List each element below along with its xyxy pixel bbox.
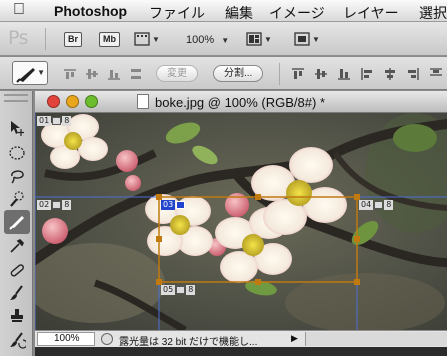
lasso-icon	[11, 170, 24, 184]
align-top-icon[interactable]	[62, 66, 78, 82]
image-slice-icon	[176, 285, 186, 294]
chevron-down-icon: ▼	[152, 34, 160, 44]
mini-bridge-button[interactable]: Mb	[99, 32, 120, 47]
menu-select[interactable]: 選択	[419, 3, 447, 23]
flower-photo	[35, 113, 447, 330]
move-tool[interactable]	[4, 116, 30, 140]
divider	[279, 63, 280, 85]
slice-label-01[interactable]: 01 8	[37, 115, 72, 126]
horizontal-scrollbar[interactable]	[305, 332, 447, 346]
align-centers-icon[interactable]	[313, 66, 329, 82]
slice-link-badge: 8	[384, 199, 394, 210]
status-message: 露光量は 32 bit だけで機能し...	[119, 337, 258, 348]
screen-mode-dropdown[interactable]: ▼	[294, 30, 320, 48]
slice-link-badge: 8	[62, 199, 72, 210]
slice-label-05[interactable]: 05 8	[161, 284, 196, 295]
slice-number: 01	[37, 115, 52, 126]
image-slice-icon	[52, 200, 62, 209]
brush-tool[interactable]	[4, 281, 30, 305]
arrange-documents-icon	[246, 32, 262, 46]
options-bar: ▼ 変更 分割...	[0, 57, 447, 90]
healing-brush-tool[interactable]	[4, 258, 30, 282]
menu-image[interactable]: イメージ	[269, 3, 325, 23]
align-horizontal-centers-icon[interactable]	[382, 66, 398, 82]
screen-mode-icon	[294, 32, 310, 46]
eyedropper-icon	[10, 239, 24, 253]
image-slice-icon	[374, 200, 384, 209]
chevron-down-icon: ▼	[264, 34, 272, 44]
menu-layer[interactable]: レイヤー	[343, 3, 399, 23]
slice-link-badge: 8	[186, 284, 196, 295]
align-top-edges-icon[interactable]	[290, 66, 306, 82]
elliptical-marquee-icon	[9, 146, 25, 160]
ps-logo: Ps	[8, 27, 29, 49]
distribute-icon[interactable]	[128, 66, 144, 82]
chevron-down-icon: ▼	[221, 36, 230, 45]
align-bottom-icon[interactable]	[106, 66, 122, 82]
application-bar: Ps Br Mb ▼ 100% ▼ ▼ ▼	[0, 22, 447, 56]
eyedropper-tool[interactable]	[4, 234, 30, 258]
history-brush-tool[interactable]	[4, 328, 30, 352]
marquee-tool[interactable]	[4, 141, 30, 165]
view-extras-dropdown[interactable]: ▼	[134, 30, 160, 48]
zoom-window-button[interactable]	[85, 95, 98, 108]
chevron-down-icon: ▼	[37, 68, 45, 77]
slice-link-badge: 8	[62, 115, 72, 126]
document-title: boke.jpg @ 100% (RGB/8#) *	[155, 95, 326, 110]
distribute-top-icon[interactable]	[428, 66, 444, 82]
divider	[45, 28, 46, 50]
zoom-level-value: 100%	[186, 34, 215, 46]
align-left-edges-icon[interactable]	[359, 66, 375, 82]
history-brush-icon	[10, 332, 26, 349]
zoom-field[interactable]: 100%	[37, 332, 95, 346]
film-strip-icon	[134, 32, 150, 46]
align-right-edges-icon[interactable]	[405, 66, 421, 82]
document-window: boke.jpg @ 100% (RGB/8#) * 01 8 02 8 03 …	[35, 91, 447, 356]
menu-edit[interactable]: 編集	[225, 3, 253, 23]
slice-label-02[interactable]: 02 8	[37, 199, 72, 210]
slice-number: 05	[161, 284, 176, 295]
menu-bar:  Photoshop ファイル 編集 イメージ レイヤー 選択	[0, 0, 447, 22]
slice-number: 04	[359, 199, 374, 210]
slice-number: 02	[37, 199, 52, 210]
slice-number: 03	[161, 199, 176, 210]
zoom-level-dropdown[interactable]: 100% ▼	[186, 34, 229, 46]
quick-selection-tool[interactable]	[4, 187, 30, 211]
divide-slice-button[interactable]: 分割...	[213, 65, 264, 82]
status-bar: 100% 露光量は 32 bit だけで機能し... ▶	[35, 330, 447, 348]
edit-slice-button[interactable]: 変更	[156, 65, 198, 82]
document-file-icon	[137, 94, 149, 109]
status-info-icon[interactable]	[101, 333, 113, 345]
panel-grip[interactable]	[4, 94, 28, 102]
tools-panel	[0, 91, 33, 356]
quick-selection-icon	[10, 191, 24, 207]
slice-tool[interactable]	[4, 210, 30, 234]
clone-stamp-tool[interactable]	[4, 304, 30, 328]
bridge-button[interactable]: Br	[64, 32, 83, 47]
slice-knife-icon	[9, 216, 24, 230]
slice-label-03[interactable]: 03	[161, 199, 186, 210]
minimize-window-button[interactable]	[66, 95, 79, 108]
tool-preset-picker[interactable]: ▼	[12, 61, 48, 85]
close-window-button[interactable]	[47, 95, 60, 108]
status-menu-arrow-icon[interactable]: ▶	[291, 333, 298, 344]
menu-app-name[interactable]: Photoshop	[54, 3, 127, 19]
apple-menu-icon[interactable]: 	[13, 1, 25, 19]
brush-icon	[10, 285, 23, 300]
image-canvas[interactable]: 01 8 02 8 03 04 8 05 8	[35, 113, 447, 330]
chevron-down-icon: ▼	[312, 34, 320, 44]
bandage-icon	[10, 264, 24, 277]
image-slice-icon	[176, 200, 186, 209]
move-icon	[11, 121, 24, 136]
slice-label-04[interactable]: 04 8	[359, 199, 394, 210]
document-titlebar[interactable]: boke.jpg @ 100% (RGB/8#) *	[35, 91, 447, 113]
align-bottom-edges-icon[interactable]	[336, 66, 352, 82]
arrange-documents-dropdown[interactable]: ▼	[246, 30, 272, 48]
menu-file[interactable]: ファイル	[149, 3, 205, 23]
stamp-icon	[11, 309, 23, 322]
image-slice-icon	[52, 116, 62, 125]
align-vertical-center-icon[interactable]	[84, 66, 100, 82]
lasso-tool[interactable]	[4, 164, 30, 188]
